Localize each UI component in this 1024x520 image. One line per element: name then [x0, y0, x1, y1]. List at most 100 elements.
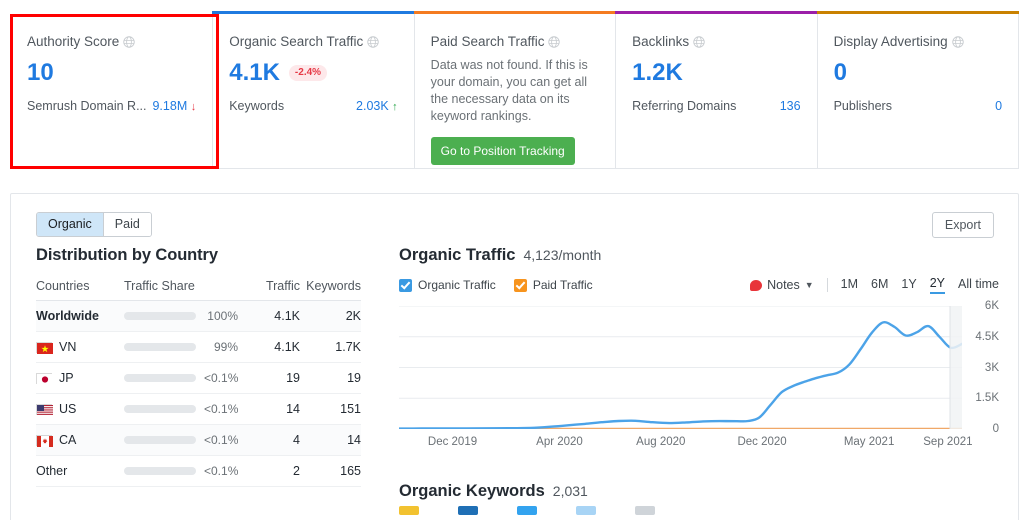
card-display-advertising[interactable]: Display Advertising 0 Publishers 0 — [818, 14, 1018, 168]
card-sub-value[interactable]: 9.18M ↓ — [152, 99, 196, 115]
cell-traffic-share: <0.1% — [124, 456, 248, 487]
chart-plot-area — [399, 306, 962, 429]
divider — [827, 278, 828, 292]
cell-traffic[interactable]: 14 — [248, 394, 300, 425]
card-organic-search-traffic[interactable]: Organic Search Traffic 4.1K -2.4% Keywor… — [213, 14, 414, 168]
table-row[interactable]: VN 99% 4.1K 1.7K — [36, 332, 361, 363]
country-name: Worldwide — [36, 309, 99, 323]
table-row[interactable]: CA <0.1% 4 14 — [36, 425, 361, 456]
traffic-share-pct: <0.1% — [204, 371, 238, 385]
organic-keywords-title: Organic Keywords — [399, 482, 545, 501]
traffic-share-pct: 99% — [204, 340, 238, 354]
card-backlinks[interactable]: Backlinks 1.2K Referring Domains 136 — [616, 14, 817, 168]
traffic-chart[interactable]: 01.5K3K4.5K6K Dec 2019Apr 2020Aug 2020De… — [399, 306, 999, 436]
card-value: 0 — [834, 58, 1002, 88]
card-accent-bar — [212, 11, 414, 14]
chart-y-axis: 01.5K3K4.5K6K — [965, 306, 999, 436]
organic-traffic-chart-section: Organic Traffic 4,123/month Organic Traf… — [399, 246, 999, 436]
range-2y[interactable]: 2Y — [930, 276, 945, 294]
card-value-text: 1.2K — [632, 58, 683, 88]
y-tick-label: 1.5K — [975, 392, 999, 404]
kw-legend-swatch — [517, 506, 537, 515]
chart-title: Organic Traffic — [399, 246, 515, 265]
card-accent-bar — [817, 11, 1019, 14]
range-6m[interactable]: 6M — [871, 277, 888, 293]
col-traffic-share: Traffic Share — [124, 279, 248, 301]
card-title-text: Display Advertising — [834, 34, 948, 50]
card-sub-value[interactable]: 2.03K ↑ — [356, 99, 398, 115]
country-name: CA — [59, 433, 76, 447]
cell-keywords[interactable]: 14 — [300, 425, 361, 456]
cell-traffic: 2 — [248, 456, 300, 487]
table-header-row: Countries Traffic Share Traffic Keywords — [36, 279, 361, 301]
traffic-share-pct: 100% — [204, 309, 238, 323]
metric-cards-row: Authority Score 10 Semrush Domain R... 9… — [10, 14, 1019, 169]
range-all-time[interactable]: All time — [958, 277, 999, 293]
flag-jp-icon — [36, 373, 52, 384]
chart-svg — [399, 306, 962, 429]
cell-traffic-share: 100% — [124, 301, 248, 332]
table-row[interactable]: Other <0.1% 2 165 — [36, 456, 361, 487]
card-value-text: 4.1K — [229, 58, 280, 88]
globe-icon — [693, 36, 705, 48]
x-tick-label: Sep 2021 — [923, 436, 972, 448]
toggle-paid[interactable]: Paid — [104, 213, 151, 236]
checkbox-organic-traffic[interactable] — [399, 279, 412, 292]
country-name: VN — [59, 340, 76, 354]
card-sub-value[interactable]: 0 — [995, 99, 1002, 114]
arrow-up-icon: ↑ — [392, 101, 398, 113]
card-title: Authority Score — [27, 34, 196, 50]
card-title-text: Backlinks — [632, 34, 689, 50]
toggle-organic[interactable]: Organic — [37, 213, 104, 236]
notes-label: Notes — [767, 278, 800, 292]
cell-keywords: 165 — [300, 456, 361, 487]
cell-country: CA — [36, 425, 124, 456]
card-accent-bar — [615, 11, 817, 14]
kw-legend-swatch — [458, 506, 478, 515]
card-title-text: Paid Search Traffic — [431, 34, 545, 50]
notes-dropdown[interactable]: Notes ▼ — [750, 278, 814, 292]
cell-traffic-share: 99% — [124, 332, 248, 363]
card-sub-value[interactable]: 136 — [780, 99, 801, 114]
organic-paid-toggle[interactable]: Organic Paid — [36, 212, 152, 237]
legend-organic-traffic[interactable]: Organic Traffic — [399, 278, 496, 292]
globe-icon — [123, 36, 135, 48]
card-subrow: Keywords 2.03K ↑ — [229, 99, 397, 115]
globe-icon — [952, 36, 964, 48]
table-row[interactable]: Worldwide 100% 4.1K 2K — [36, 301, 361, 332]
table-row[interactable]: JP <0.1% 19 19 — [36, 363, 361, 394]
cell-keywords[interactable]: 1.7K — [300, 332, 361, 363]
legend-paid-traffic[interactable]: Paid Traffic — [514, 278, 593, 292]
chevron-down-icon: ▼ — [805, 280, 814, 290]
chart-subtitle: 4,123/month — [523, 247, 601, 263]
cell-keywords[interactable]: 19 — [300, 363, 361, 394]
traffic-share-bar — [124, 467, 196, 475]
kw-legend-swatch — [635, 506, 655, 515]
cell-traffic-share: <0.1% — [124, 363, 248, 394]
range-1m[interactable]: 1M — [841, 277, 858, 293]
cell-traffic-share: <0.1% — [124, 425, 248, 456]
go-to-position-tracking-button[interactable]: Go to Position Tracking — [431, 137, 575, 165]
checkbox-paid-traffic[interactable] — [514, 279, 527, 292]
export-button[interactable]: Export — [932, 212, 994, 238]
table-row[interactable]: US <0.1% 14 151 — [36, 394, 361, 425]
card-subrow: Referring Domains 136 — [632, 99, 800, 114]
cell-traffic[interactable]: 4.1K — [248, 332, 300, 363]
cell-keywords[interactable]: 151 — [300, 394, 361, 425]
y-tick-label: 3K — [985, 362, 999, 374]
card-authority-score[interactable]: Authority Score 10 Semrush Domain R... 9… — [11, 14, 213, 168]
traffic-share-bar — [124, 405, 196, 413]
kw-legend-swatch — [576, 506, 596, 515]
card-paid-search-traffic[interactable]: Paid Search Traffic Data was not found. … — [415, 14, 616, 168]
range-1y[interactable]: 1Y — [901, 277, 916, 293]
card-subrow: Publishers 0 — [834, 99, 1002, 114]
traffic-share-pct: <0.1% — [204, 402, 238, 416]
traffic-share-bar — [124, 312, 196, 320]
chart-controls: Organic Traffic Paid Traffic Notes ▼ 1M … — [399, 276, 999, 294]
cell-traffic[interactable]: 4 — [248, 425, 300, 456]
card-title-text: Authority Score — [27, 34, 119, 50]
cell-traffic[interactable]: 19 — [248, 363, 300, 394]
cell-traffic-share: <0.1% — [124, 394, 248, 425]
col-traffic: Traffic — [248, 279, 300, 301]
country-name: JP — [59, 371, 74, 385]
